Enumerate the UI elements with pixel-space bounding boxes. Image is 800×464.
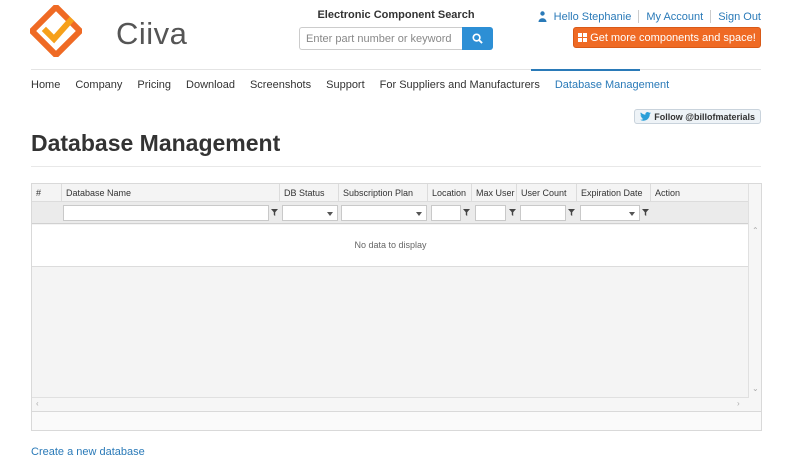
scroll-down-icon[interactable]: ⌄ [752, 384, 759, 393]
search-button[interactable] [462, 27, 493, 50]
nav-active-indicator [531, 69, 640, 71]
search-input[interactable] [299, 27, 462, 50]
nav-pricing[interactable]: Pricing [137, 79, 171, 91]
twitter-label: Follow @billofmaterials [654, 111, 755, 122]
filter-icon[interactable] [568, 209, 575, 216]
max-user-filter-input[interactable] [475, 205, 506, 221]
empty-grid-message: No data to display [354, 240, 427, 250]
nav-divider [31, 69, 761, 70]
vertical-scrollbar[interactable]: ⌃ ⌄ [748, 184, 761, 411]
my-account-link[interactable]: My Account [646, 11, 703, 23]
promo-label: Get more components and space! [590, 31, 756, 44]
filter-icon[interactable] [271, 209, 278, 216]
component-search: Electronic Component Search [299, 9, 493, 50]
twitter-bird-icon [640, 112, 652, 121]
main-nav: Home Company Pricing Download Screenshot… [31, 79, 684, 91]
person-icon [538, 11, 547, 22]
ciiva-logo[interactable]: Ciiva [30, 5, 187, 57]
column-header-database-name[interactable]: Database Name [62, 184, 280, 202]
grid-body: No data to display [32, 225, 749, 267]
sign-out-link[interactable]: Sign Out [718, 11, 761, 23]
grid-icon [578, 33, 588, 42]
search-title: Electronic Component Search [317, 9, 475, 21]
subscription-plan-filter-select[interactable] [341, 205, 427, 221]
nav-download[interactable]: Download [186, 79, 235, 91]
logo-text: Ciiva [116, 16, 188, 51]
nav-company[interactable]: Company [75, 79, 122, 91]
user-count-filter-input[interactable] [520, 205, 566, 221]
expiration-date-filter-select[interactable] [580, 205, 640, 221]
filter-icon[interactable] [463, 209, 470, 216]
grid-header-row: # Database Name DB Status Subscription P… [32, 184, 749, 202]
column-header-subscription-plan[interactable]: Subscription Plan [339, 184, 428, 202]
database-grid: # Database Name DB Status Subscription P… [31, 183, 762, 431]
column-header-location[interactable]: Location [428, 184, 472, 202]
twitter-follow-button[interactable]: Follow @billofmaterials [634, 109, 761, 124]
filter-icon[interactable] [642, 209, 649, 216]
divider [710, 10, 712, 23]
search-icon [472, 33, 483, 44]
create-database-link[interactable]: Create a new database [31, 446, 145, 458]
grid-filter-row [32, 202, 749, 224]
logo-icon [30, 5, 82, 57]
nav-support[interactable]: Support [326, 79, 365, 91]
nav-home[interactable]: Home [31, 79, 60, 91]
title-divider [31, 166, 761, 167]
location-filter-input[interactable] [431, 205, 461, 221]
column-header-max-user[interactable]: Max User [472, 184, 517, 202]
scroll-right-icon[interactable]: › [737, 399, 740, 408]
nav-database-management[interactable]: Database Management [555, 79, 669, 91]
column-header-expiration-date[interactable]: Expiration Date [577, 184, 651, 202]
column-header-user-count[interactable]: User Count [517, 184, 577, 202]
column-header-number[interactable]: # [32, 184, 62, 202]
filter-icon[interactable] [509, 209, 516, 216]
get-more-components-button[interactable]: Get more components and space! [573, 27, 761, 48]
divider [638, 10, 640, 23]
nav-screenshots[interactable]: Screenshots [250, 79, 311, 91]
scroll-up-icon[interactable]: ⌃ [752, 226, 759, 235]
user-greeting-link[interactable]: Hello Stephanie [554, 11, 632, 23]
grid-footer [32, 411, 761, 430]
scroll-left-icon[interactable]: ‹ [36, 399, 39, 408]
database-name-filter-input[interactable] [63, 205, 269, 221]
db-status-filter-select[interactable] [282, 205, 338, 221]
page-title: Database Management [31, 130, 281, 156]
nav-suppliers[interactable]: For Suppliers and Manufacturers [380, 79, 540, 91]
column-header-action: Action [651, 184, 749, 202]
column-header-db-status[interactable]: DB Status [280, 184, 339, 202]
user-links: Hello Stephanie My Account Sign Out [538, 10, 761, 23]
horizontal-scrollbar[interactable]: ‹ › [32, 397, 749, 411]
